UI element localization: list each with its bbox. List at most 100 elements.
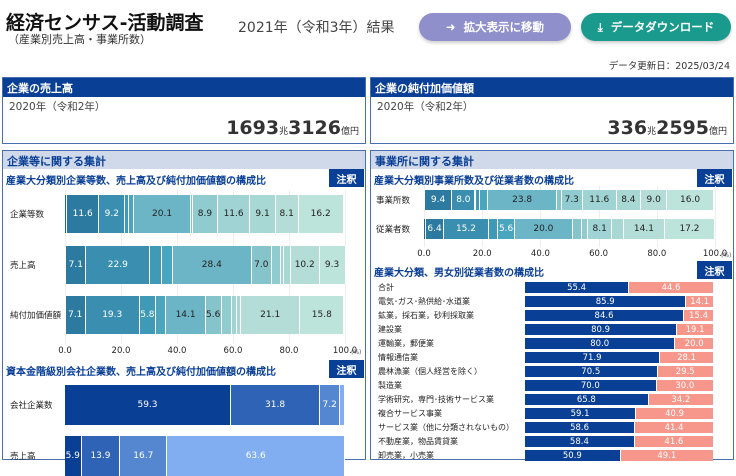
establishment-section-title: 事業所に関する集計 [371,151,733,169]
male-bar: 58.4 [525,436,635,447]
male-bar: 55.4 [525,282,630,293]
bar-segment [162,246,173,284]
value-added-panel: 企業の純付加価値額 2020年（令和2年） 336兆2595億円 [370,77,734,144]
chart-title: 産業大分類別企業等数、売上高及び純付加価値額の構成比 [6,176,266,187]
bar-segment: 14.1 [166,296,206,334]
sales-value: 1693兆3126億円 [226,117,359,139]
bar-segment [572,219,582,239]
bar-segment: 15.2 [444,219,489,239]
row-label: 不動産業，物品賃貸業 [378,437,458,446]
chart-title: 資本金階級別会社企業数、売上高及び純付加価値額の構成比 [6,367,276,378]
bar-segment: 9.3 [319,246,346,284]
bar-segment: 5.8 [139,296,156,334]
bar-segment: 16.7 [120,436,168,476]
row-label: 建設業 [378,325,402,334]
female-bar: 20.0 [675,338,713,349]
chart-title: 産業大分類、男女別従業者数の構成比 [374,268,544,279]
bar-segment [221,296,232,334]
row-label: 運輸業，郵便業 [378,339,434,348]
bar-segment: 28.4 [172,246,253,284]
male-bar: 85.9 [525,296,687,307]
bar-segment: 63.6 [167,436,346,476]
note-button[interactable]: 注釈 [329,169,364,187]
bar-segment: 7.1 [66,246,87,284]
male-bar: 59.1 [525,408,637,419]
page-subtitle: （産業別売上高・事業所数） [8,33,151,46]
male-bar: 80.0 [525,338,676,349]
male-bar: 84.6 [525,310,685,321]
bar-segment: 9.4 [424,190,453,210]
row-label: 情報通信業 [378,353,418,362]
axis-tick-label: 80.0 [279,346,299,356]
bar-segment: 5.9 [65,436,82,476]
axis-tick-label: 80.0 [647,249,667,259]
male-bar: 58.6 [525,422,636,433]
row-label: 鉱業，採石業，砂利採取業 [378,311,474,320]
bar-segment: 11.6 [66,195,100,233]
female-bar: 29.5 [657,366,713,377]
bar-segment: 20.1 [134,195,191,233]
row-label: 製造業 [378,381,402,390]
bar-segment: 5.6 [205,296,222,334]
note-button[interactable]: 注釈 [329,360,364,378]
bar-segment: 14.1 [623,219,665,239]
male-bar: 71.9 [525,352,661,363]
row-label: 複合サービス事業 [378,409,442,418]
bar-segment [156,296,167,334]
bar-segment: 16.2 [298,195,344,233]
data-download-button[interactable]: ⤓ データダウンロード [581,13,731,41]
zoom-display-button[interactable]: ➜ 拡大表示に移動 [419,13,571,41]
female-bar: 34.2 [648,394,713,405]
stacked-bar: 7.1 19.3 5.8 14.1 5.6 21.1 15.8 [65,296,345,334]
bar-segment: 9.0 [641,190,668,210]
axis-tick-label: 40.0 [530,249,550,259]
axis-tick-label: 40.0 [167,346,187,356]
female-bar: 41.4 [635,422,713,433]
female-bar: 28.1 [660,352,713,363]
axis-unit: (%) [351,349,362,356]
bar-segment: 7.2 [320,385,341,425]
bar-segment: 20.0 [514,219,573,239]
gridline [715,186,716,247]
female-bar: 40.9 [636,408,713,419]
female-bar: 14.1 [686,296,713,307]
row-label: 企業等数 [10,210,45,220]
bar-segment: 8.1 [275,195,299,233]
bar-segment: 9.2 [99,195,126,233]
value-added-value: 336兆2595億円 [607,117,727,139]
male-bar: 65.8 [525,394,649,405]
stacked-bar: 11.6 9.2 20.1 8.9 11.6 9.1 8.1 16.2 [65,195,345,233]
bar-segment: 7.1 [65,296,86,334]
bar-segment: 8.9 [192,195,218,233]
row-label: 合計 [378,283,394,292]
stacked-bar: 7.1 22.9 28.4 7.0 10.2 9.3 [65,246,346,284]
stacked-bar: 6.4 15.2 5.6 20.0 8.1 14.1 17.2 [424,219,715,239]
bar-segment: 8.4 [616,190,642,210]
bar-segment [611,219,624,239]
enterprise-section-title: 企業等に関する集計 [3,151,365,169]
axis-tick-label: 60.0 [589,249,609,259]
row-label: 事業所数 [376,196,411,206]
bar-segment: 22.9 [86,246,151,284]
bar-segment: 8.0 [452,190,476,210]
bar-segment: 5.6 [498,219,515,239]
value-added-year: 2020年（令和2年） [377,101,474,113]
female-bar: 44.6 [629,282,713,293]
survey-year: 2021年（令和3年）結果 [238,20,395,36]
axis-tick-label: 20.0 [472,249,492,259]
arrow-right-icon: ➜ [445,20,456,34]
bar-segment: 13.9 [81,436,121,476]
bar-segment [284,246,291,284]
bar-segment [488,219,499,239]
row-label: 純付加価値額 [10,311,62,321]
axis-tick-label: 20.0 [111,346,131,356]
row-label: 売上高 [10,261,36,271]
note-button[interactable]: 注釈 [697,261,732,279]
update-date: データ更新日：2025/03/24 [608,61,730,72]
bar-segment [581,219,589,239]
data-download-label: データダウンロード [610,20,715,34]
note-button[interactable]: 注釈 [697,169,732,187]
bar-segment: 19.3 [85,296,140,334]
axis-unit: (%) [721,252,732,259]
row-label: 売上高 [10,452,36,462]
